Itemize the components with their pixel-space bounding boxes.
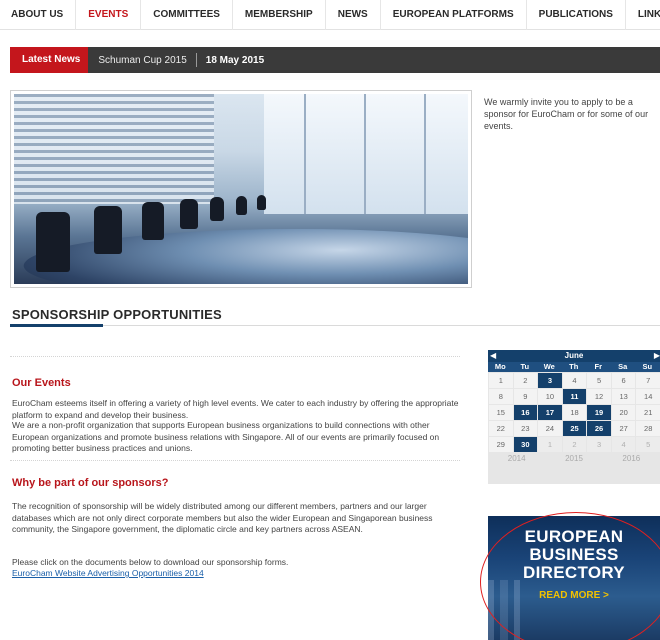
calendar-event-day[interactable]: 19 — [587, 405, 611, 420]
hero-blinds — [14, 94, 214, 204]
nav-about-us[interactable]: ABOUT US — [0, 0, 77, 30]
calendar-weekday: We — [543, 362, 555, 371]
calendar-weekdays: Mo Tu We Th Fr Sa Su — [488, 362, 660, 372]
nav-links[interactable]: LINKS — [626, 0, 660, 30]
calendar-day: 2 — [562, 437, 587, 452]
calendar-day: 21 — [636, 405, 660, 420]
chair — [236, 196, 247, 215]
advertising-opportunities-link[interactable]: EuroCham Website Advertising Opportuniti… — [12, 568, 204, 578]
calendar-weekday: Su — [642, 362, 653, 371]
calendar-day: 7 — [636, 373, 660, 388]
page-title: SPONSORSHIP OPPORTUNITIES — [12, 307, 222, 322]
download-link-row: EuroCham Website Advertising Opportuniti… — [12, 568, 459, 580]
hero-window — [264, 94, 468, 214]
calendar-day: 23 — [513, 421, 538, 436]
calendar-year[interactable]: 2016 — [603, 452, 660, 466]
latest-news-tag: Latest News — [10, 47, 89, 73]
latest-news-bar: Latest News Schuman Cup 2015 18 May 2015 — [10, 47, 660, 73]
calendar-event-day[interactable]: 26 — [587, 421, 611, 436]
calendar-event-day[interactable]: 17 — [538, 405, 562, 420]
chair — [142, 202, 164, 240]
our-events-heading: Our Events — [12, 377, 71, 389]
calendar-weekday: Sa — [618, 362, 628, 371]
calendar-prev-icon[interactable]: ◀ — [490, 350, 496, 362]
our-events-paragraph-1: EuroCham esteems itself in offering a va… — [12, 398, 459, 420]
calendar-years: 2014 2015 2016 — [488, 452, 660, 466]
chair — [180, 199, 198, 229]
download-instructions: Please click on the documents below to d… — [12, 557, 289, 567]
hero-table — [14, 229, 468, 284]
calendar-day: 4 — [562, 373, 587, 388]
calendar-day: 22 — [489, 421, 513, 436]
why-sponsor-heading: Why be part of our sponsors? — [12, 477, 169, 489]
calendar-year[interactable]: 2015 — [545, 452, 602, 466]
calendar-day: 18 — [562, 405, 587, 420]
calendar-day: 29 — [489, 437, 513, 452]
calendar-day: 5 — [636, 437, 660, 452]
calendar-day: 12 — [587, 389, 611, 404]
calendar-day: 6 — [611, 373, 636, 388]
calendar-event-day[interactable]: 16 — [513, 405, 538, 420]
why-sponsor-paragraph: The recognition of sponsorship will be w… — [12, 501, 433, 534]
news-date: 18 May 2015 — [205, 54, 265, 66]
calendar-day: 9 — [513, 389, 538, 404]
calendar-day: 8 — [489, 389, 513, 404]
chair — [210, 197, 224, 221]
nav-european-platforms[interactable]: EUROPEAN PLATFORMS — [381, 0, 527, 30]
hero-invite-text: We warmly invite you to apply to be a sp… — [484, 97, 649, 131]
calendar-event-day[interactable]: 30 — [513, 437, 538, 452]
calendar-day: 2 — [513, 373, 538, 388]
boardroom-image — [14, 94, 468, 284]
calendar-day: 20 — [611, 405, 636, 420]
calendar-next-icon[interactable]: ▶ — [654, 350, 660, 362]
calendar-day: 27 — [611, 421, 636, 436]
calendar-event-day[interactable]: 3 — [538, 373, 562, 388]
calendar-day: 15 — [489, 405, 513, 420]
events-calendar: June ◀ ▶ Mo Tu We Th Fr Sa Su 1 2 3 4 5 6 7 8 9 10 11 12 1… — [488, 350, 660, 484]
calendar-day: 10 — [538, 389, 562, 404]
calendar-year[interactable]: 2014 — [488, 452, 545, 466]
calendar-day: 1 — [538, 437, 562, 452]
chair — [257, 195, 266, 210]
title-accent-bar — [10, 324, 103, 327]
calendar-day: 1 — [489, 373, 513, 388]
chair — [94, 206, 122, 254]
calendar-weekday: Th — [569, 362, 579, 371]
calendar-days: 1 2 3 4 5 6 7 8 9 10 11 12 13 14 15 16 17 18 19 20 21 22 23 24 2… — [488, 372, 660, 452]
calendar-day: 5 — [587, 373, 611, 388]
calendar-day: 3 — [587, 437, 611, 452]
calendar-day: 13 — [611, 389, 636, 404]
calendar-weekday: Fr — [594, 362, 603, 371]
dotted-divider — [10, 356, 460, 357]
nav-news[interactable]: NEWS — [326, 0, 381, 30]
calendar-day: 14 — [636, 389, 660, 404]
calendar-header: June ◀ ▶ — [488, 350, 660, 362]
main-nav: ABOUT US EVENTS COMMITTEES MEMBERSHIP NEWS EU… — [0, 0, 660, 30]
calendar-event-day[interactable]: 11 — [562, 389, 587, 404]
chair — [36, 212, 70, 272]
title-divider — [10, 325, 660, 326]
calendar-weekday: Tu — [520, 362, 530, 371]
calendar-day: 4 — [611, 437, 636, 452]
calendar-event-day[interactable]: 25 — [562, 421, 587, 436]
calendar-month: June — [564, 351, 584, 360]
nav-committees[interactable]: COMMITTEES — [141, 0, 233, 30]
nav-events[interactable]: EVENTS — [76, 0, 142, 30]
calendar-weekday: Mo — [494, 362, 506, 371]
hero-image-frame — [10, 90, 472, 288]
nav-publications[interactable]: PUBLICATIONS — [527, 0, 626, 30]
news-separator — [195, 53, 197, 67]
calendar-day: 28 — [636, 421, 660, 436]
calendar-day: 24 — [538, 421, 562, 436]
dotted-divider — [10, 460, 460, 461]
news-headline-link[interactable]: Schuman Cup 2015 — [88, 55, 186, 66]
our-events-paragraph-2: We are a non-profit organization that su… — [12, 420, 440, 453]
nav-membership[interactable]: MEMBERSHIP — [233, 0, 326, 30]
